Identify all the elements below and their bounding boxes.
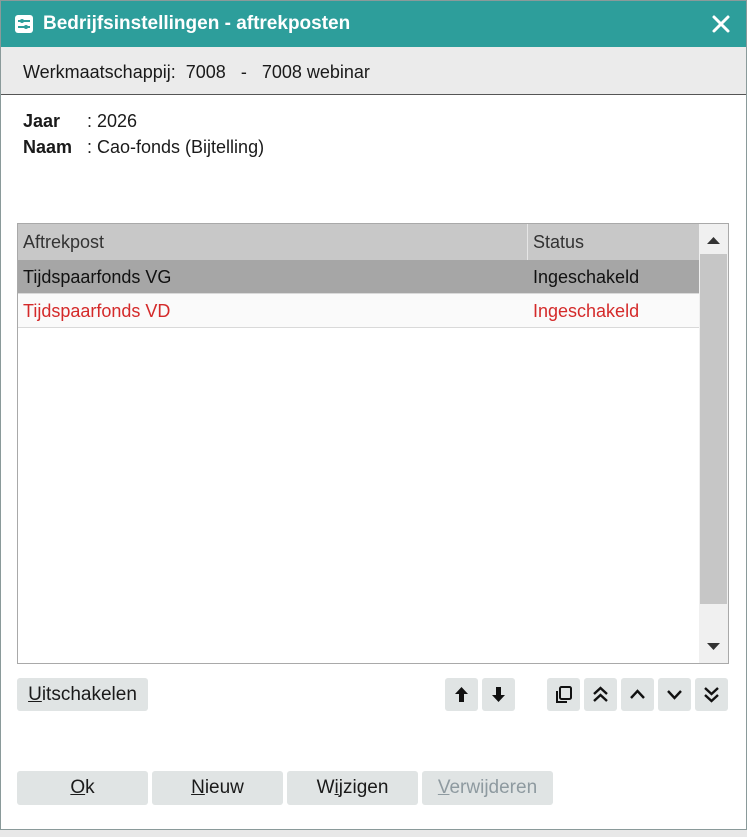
arrow-down-icon [492, 687, 505, 702]
column-header-status[interactable]: Status [528, 224, 699, 260]
scroll-down-icon[interactable] [699, 633, 728, 663]
chevron-down-icon [667, 690, 682, 700]
close-icon[interactable] [708, 11, 734, 37]
ok-button[interactable]: Ok [17, 771, 148, 805]
move-previous-button[interactable] [621, 678, 654, 711]
move-bottom-button[interactable] [695, 678, 728, 711]
nieuw-mnemonic: N [191, 777, 205, 798]
settings-sliders-icon [15, 15, 33, 33]
vertical-scrollbar[interactable] [699, 224, 728, 663]
cell-aftrekpost: Tijdspaarfonds VD [23, 301, 171, 321]
verwijderen-mnemonic: V [437, 777, 450, 798]
company-line: Werkmaatschappij: 7008 - 7008 webinar [23, 61, 370, 83]
window-title: Bedrijfsinstellingen - aftrekposten [43, 13, 351, 34]
arrow-up-icon [455, 687, 468, 702]
uitschakelen-mnemonic: U [28, 684, 42, 705]
move-up-button[interactable] [445, 678, 478, 711]
company-label: Werkmaatschappij: [23, 62, 176, 82]
wijzigen-button[interactable]: Wijzigen [287, 771, 418, 805]
scroll-thumb[interactable] [700, 254, 727, 604]
info-jaar: Jaar : 2026 [23, 110, 137, 132]
scroll-up-icon[interactable] [699, 224, 728, 254]
wijzigen-label: jzigen [338, 777, 389, 798]
jaar-label: Jaar [23, 111, 61, 131]
jaar-value: : 2026 [87, 111, 138, 131]
move-down-button[interactable] [482, 678, 515, 711]
move-top-button[interactable] [584, 678, 617, 711]
uitschakelen-button[interactable]: Uitschakelen [17, 678, 148, 711]
copy-icon [556, 686, 572, 703]
verwijderen-button[interactable]: Verwijderen [422, 771, 553, 805]
nieuw-label: ieuw [204, 777, 244, 798]
nieuw-button[interactable]: Nieuw [152, 771, 283, 805]
naam-value: : Cao-fonds (Bijtelling) [87, 137, 265, 157]
company-header: Werkmaatschappij: 7008 - 7008 webinar [1, 47, 746, 95]
cell-status: Ingeschakeld [533, 267, 640, 287]
uitschakelen-label: itschakelen [41, 684, 137, 705]
wijzigen-first: W [316, 777, 335, 798]
chevron-double-up-icon [593, 686, 608, 702]
chevron-up-icon [630, 689, 645, 699]
table-row[interactable]: Tijdspaarfonds VD Ingeschakeld [18, 294, 699, 328]
dialog-window: Bedrijfsinstellingen - aftrekposten Werk… [0, 0, 747, 830]
info-naam: Naam : Cao-fonds (Bijtelling) [23, 136, 264, 158]
verwijderen-label: erwijderen [449, 777, 538, 798]
cell-status: Ingeschakeld [533, 301, 640, 321]
table-row[interactable]: Tijdspaarfonds VG Ingeschakeld [18, 260, 699, 294]
table-header: Aftrekpost Status [18, 224, 699, 260]
column-header-aftrekpost[interactable]: Aftrekpost [18, 224, 528, 260]
window-bottom-edge [0, 830, 747, 837]
company-separator: - [240, 62, 247, 82]
chevron-double-down-icon [704, 687, 719, 703]
ok-mnemonic: O [70, 777, 86, 798]
company-code: 7008 [185, 62, 226, 82]
copy-button[interactable] [547, 678, 580, 711]
naam-label: Naam [23, 137, 73, 157]
company-name: 7008 webinar [261, 62, 370, 82]
aftrekposten-table: Aftrekpost Status Tijdspaarfonds VG Inge… [17, 223, 729, 664]
cell-aftrekpost: Tijdspaarfonds VG [23, 267, 172, 287]
ok-label: k [85, 777, 95, 798]
title-bar: Bedrijfsinstellingen - aftrekposten [1, 1, 746, 47]
move-next-button[interactable] [658, 678, 691, 711]
